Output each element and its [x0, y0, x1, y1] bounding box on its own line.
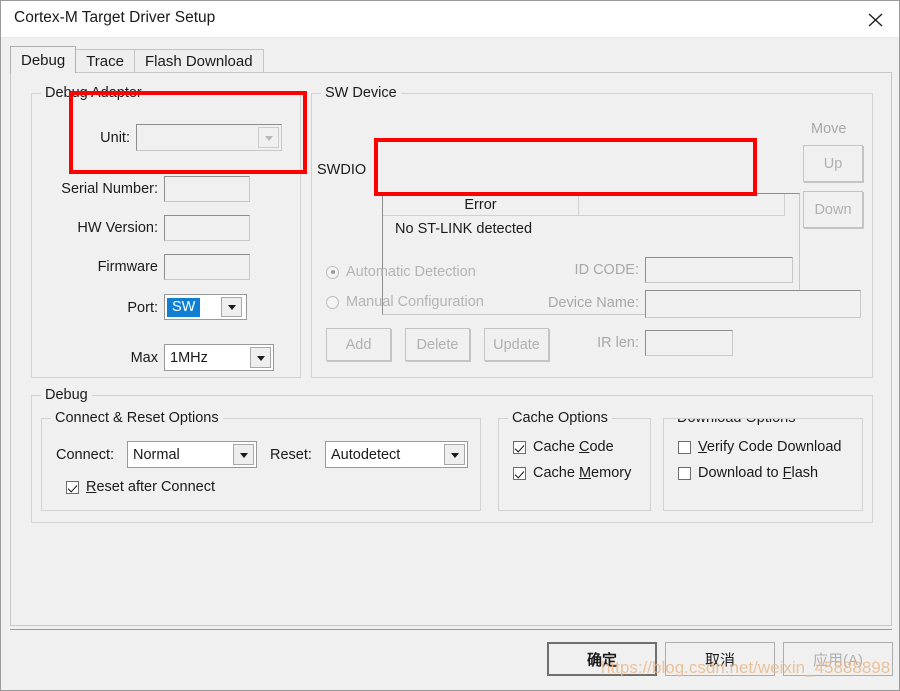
column-header-error[interactable]: Error: [383, 194, 579, 216]
hw-version-field[interactable]: [164, 215, 250, 241]
max-clock-combobox[interactable]: 1MHz: [164, 344, 274, 371]
device-list-header: Error: [383, 194, 799, 216]
connect-reset-options-group: Connect & Reset Options Connect: Normal …: [41, 410, 481, 511]
serial-number-label: Serial Number:: [61, 181, 158, 197]
cache-memory-label: Cache Memory: [533, 465, 632, 481]
connect-combobox[interactable]: Normal: [127, 441, 257, 468]
checkbox-cache-code[interactable]: Cache Code: [513, 439, 614, 455]
tab-label: Flash Download: [145, 53, 253, 70]
move-up-button[interactable]: Up: [803, 145, 863, 182]
reset-value: Autodetect: [331, 446, 401, 463]
radio-selected-icon: [326, 265, 339, 279]
debug-group-legend: Debug: [41, 387, 92, 403]
window-title: Cortex-M Target Driver Setup: [14, 9, 216, 26]
serial-number-field[interactable]: [164, 176, 250, 202]
cache-options-legend: Cache Options: [508, 410, 612, 426]
update-label: Update: [493, 336, 540, 353]
device-name-label: Device Name:: [547, 295, 639, 311]
checkbox-checked-icon: [513, 466, 526, 480]
id-code-label: ID CODE:: [574, 262, 639, 278]
tab-label: Debug: [21, 52, 66, 69]
tab-label: Trace: [86, 53, 124, 70]
debug-tab-page: Debug Adapter Unit: Serial Number: HW Ve…: [10, 72, 892, 626]
close-button[interactable]: [853, 1, 899, 36]
footer-separator: [10, 629, 892, 630]
device-list-row[interactable]: No ST-LINK detected: [383, 216, 799, 242]
ok-label: 确定: [586, 651, 617, 669]
firmware-label: Firmware: [97, 259, 158, 275]
tab-flash-download[interactable]: Flash Download: [134, 49, 264, 73]
chevron-down-icon: [221, 297, 242, 317]
radio-unselected-icon: [326, 295, 339, 309]
download-options-legend: Download Options: [673, 419, 800, 426]
checkbox-checked-icon: [66, 480, 79, 494]
move-down-button[interactable]: Down: [803, 191, 863, 228]
swdio-label: SWDIO: [317, 162, 367, 178]
cancel-label: 取消: [704, 651, 735, 669]
move-label: Move: [811, 121, 847, 137]
cancel-button[interactable]: 取消: [665, 642, 775, 676]
apply-button[interactable]: 应用(A): [783, 642, 893, 676]
apply-label: 应用(A): [813, 651, 863, 669]
chevron-down-icon: [444, 444, 465, 465]
tab-debug[interactable]: Debug: [10, 46, 77, 73]
debug-adapter-group: Debug Adapter Unit: Serial Number: HW Ve…: [31, 85, 301, 378]
firmware-field[interactable]: [164, 254, 250, 280]
checkbox-verify-code-download[interactable]: Verify Code Download: [678, 439, 841, 455]
radio-automatic-detection-label: Automatic Detection: [346, 264, 476, 280]
checkbox-cache-memory[interactable]: Cache Memory: [513, 465, 631, 481]
unit-label: Unit:: [100, 130, 130, 146]
verify-code-download-label: Verify Code Download: [698, 439, 842, 455]
hw-version-label: HW Version:: [77, 220, 158, 236]
download-options-group: Download Options Verify Code Download Do…: [663, 418, 863, 511]
device-name-field[interactable]: [645, 290, 861, 318]
delete-button[interactable]: Delete: [405, 328, 470, 361]
chevron-down-icon: [250, 347, 271, 368]
unit-combobox[interactable]: [136, 124, 282, 151]
device-list-cell-error: No ST-LINK detected: [395, 221, 533, 237]
max-clock-label: Max: [130, 350, 158, 366]
port-combobox[interactable]: SW: [164, 294, 247, 320]
add-button[interactable]: Add: [326, 328, 391, 361]
checkbox-download-to-flash[interactable]: Download to Flash: [678, 465, 818, 481]
cache-options-group: Cache Options Cache Code Cache Memory: [498, 410, 651, 511]
chevron-down-icon: [233, 444, 254, 465]
delete-label: Delete: [416, 336, 459, 353]
radio-automatic-detection[interactable]: Automatic Detection: [326, 264, 476, 280]
tab-trace[interactable]: Trace: [75, 49, 135, 73]
max-clock-value: 1MHz: [170, 349, 208, 366]
chevron-down-icon: [258, 127, 279, 148]
move-up-label: Up: [823, 155, 843, 172]
download-to-flash-label: Download to Flash: [698, 465, 819, 481]
id-code-field[interactable]: [645, 257, 793, 283]
move-down-label: Down: [814, 201, 852, 218]
port-value: SW: [167, 297, 201, 317]
column-header-blank[interactable]: [579, 194, 785, 216]
checkbox-checked-icon: [513, 440, 526, 454]
connect-value: Normal: [133, 446, 180, 463]
checkbox-reset-after-connect[interactable]: Reset after Connect: [66, 479, 215, 495]
cache-code-label: Cache Code: [533, 439, 614, 455]
add-label: Add: [345, 336, 372, 353]
reset-label: Reset:: [270, 447, 312, 463]
sw-device-legend: SW Device: [321, 85, 401, 101]
update-button[interactable]: Update: [484, 328, 549, 361]
connect-label: Connect:: [56, 447, 115, 463]
checkbox-unchecked-icon: [678, 440, 691, 454]
checkbox-unchecked-icon: [678, 466, 691, 480]
tab-strip: Debug Trace Flash Download: [10, 46, 264, 73]
ir-len-field[interactable]: [645, 330, 733, 356]
port-label: Port:: [127, 300, 158, 316]
title-bar: Cortex-M Target Driver Setup: [1, 1, 899, 38]
reset-after-connect-label: Reset after Connect: [86, 479, 215, 495]
target-driver-setup-dialog: Cortex-M Target Driver Setup Debug Trace…: [0, 0, 900, 691]
ok-button[interactable]: 确定: [547, 642, 657, 676]
debug-adapter-legend: Debug Adapter: [41, 85, 146, 101]
reset-combobox[interactable]: Autodetect: [325, 441, 468, 468]
connect-reset-options-legend: Connect & Reset Options: [51, 410, 223, 426]
